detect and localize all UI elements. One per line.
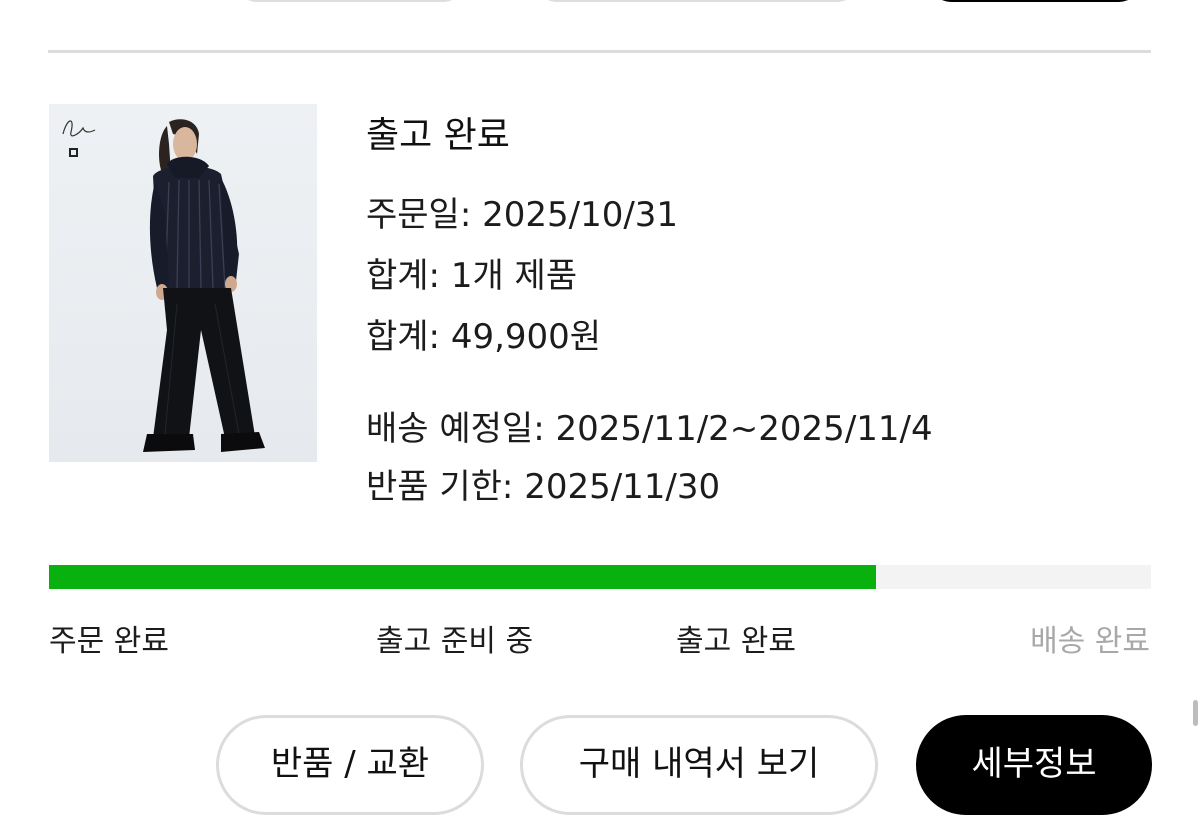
step-preparing-shipment: 출고 준비 중 bbox=[376, 624, 534, 659]
total-items: 합계: 1개 제품 bbox=[366, 256, 578, 296]
previous-receipt-button[interactable] bbox=[536, 0, 858, 2]
scrollbar[interactable] bbox=[1190, 0, 1200, 726]
order-status-title: 출고 완료 bbox=[366, 115, 510, 156]
view-receipt-button[interactable]: 구매 내역서 보기 bbox=[520, 715, 878, 815]
previous-details-button[interactable] bbox=[930, 0, 1140, 2]
step-shipped: 출고 완료 bbox=[676, 624, 796, 659]
return-exchange-button[interactable]: 반품 / 교환 bbox=[216, 715, 484, 815]
delivery-progress-fill bbox=[49, 565, 876, 589]
delivery-progress-bar bbox=[49, 565, 1151, 589]
total-price: 합계: 49,900원 bbox=[366, 317, 602, 357]
product-thumbnail[interactable] bbox=[49, 104, 317, 462]
section-divider bbox=[48, 50, 1151, 53]
product-photo-icon bbox=[62, 119, 265, 452]
step-delivered: 배송 완료 bbox=[1030, 624, 1150, 659]
expected-delivery-date: 배송 예정일: 2025/11/2~2025/11/4 bbox=[366, 409, 933, 449]
details-button[interactable]: 세부정보 bbox=[916, 715, 1152, 815]
return-deadline: 반품 기한: 2025/11/30 bbox=[366, 467, 721, 507]
step-order-complete: 주문 완료 bbox=[49, 624, 169, 659]
order-date: 주문일: 2025/10/31 bbox=[366, 195, 679, 235]
previous-return-button[interactable] bbox=[236, 0, 464, 2]
scrollbar-thumb[interactable] bbox=[1193, 700, 1198, 726]
